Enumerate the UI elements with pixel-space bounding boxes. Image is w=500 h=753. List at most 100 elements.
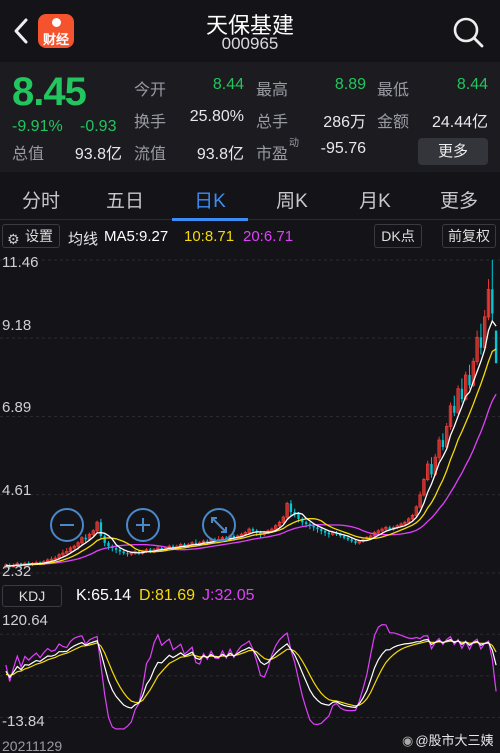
candle-body: [316, 527, 319, 530]
kdj-k-value: K:65.14: [76, 587, 132, 604]
stat-value-volume: 286万: [323, 114, 366, 131]
weibo-icon: ◉: [402, 733, 414, 748]
kdj-axis-bottom: -13.84: [2, 713, 45, 730]
candle-body: [103, 536, 106, 543]
start-date-label: 20211129: [2, 738, 63, 753]
stat-label-high: 最高: [256, 82, 289, 99]
stat-label-pe: 市盈: [256, 146, 289, 163]
price-axis-tick: 2.32: [2, 563, 32, 580]
current-price: 8.45: [12, 70, 87, 114]
change-percent: -9.91%: [12, 118, 63, 135]
search-icon[interactable]: [450, 14, 486, 50]
tab-monthly-k[interactable]: 月K: [340, 186, 410, 213]
kdj-j-value: J:32.05: [202, 587, 255, 604]
candle-body: [304, 522, 308, 525]
settings-label: 设置: [25, 228, 53, 244]
watermark-text: @股市大三姨: [415, 733, 494, 748]
stock-code: 000965: [221, 34, 279, 53]
tab-five-day[interactable]: 五日: [90, 186, 160, 213]
candle-body: [320, 529, 323, 531]
gear-icon: ⚙: [7, 231, 20, 247]
candle-body: [342, 536, 346, 538]
change-amount: -0.93: [80, 118, 117, 135]
stat-value-turnover: 25.80%: [189, 108, 244, 125]
candle-body: [441, 440, 445, 447]
price-axis-tick: 11.46: [2, 254, 39, 271]
stat-label-open: 今开: [134, 82, 167, 99]
candle-body: [99, 522, 103, 537]
candle-body: [49, 558, 54, 561]
candle-body: [460, 388, 464, 400]
stat-label-volume: 总手: [256, 114, 289, 131]
kdj-k-line: [5, 638, 497, 709]
stat-value-amount: 24.44亿: [431, 114, 488, 131]
candle-body: [323, 530, 327, 533]
logo-dot-icon: [52, 18, 61, 27]
candle-body: [453, 405, 456, 413]
ma5-value: MA5:9.27: [104, 228, 169, 245]
candle-body: [491, 289, 494, 314]
candle-body: [327, 532, 331, 535]
candle-body: [122, 551, 125, 554]
back-arrow-icon[interactable]: [8, 14, 36, 48]
candle-body: [126, 553, 129, 555]
price-axis-tick: 6.89: [2, 399, 32, 416]
candle-body: [354, 541, 357, 543]
stat-value-high: 8.89: [334, 76, 366, 93]
stat-label-total-cap: 总值: [12, 146, 45, 163]
candle-body: [84, 537, 87, 540]
kdj-d-value: D:81.69: [139, 587, 196, 604]
candle-body: [479, 337, 483, 348]
candle-body: [118, 549, 122, 552]
period-tabs: 分时 五日 日K 周K 月K 更多: [0, 178, 500, 221]
fullscreen-icon[interactable]: [202, 508, 236, 542]
settings-button[interactable]: ⚙ 设置: [2, 224, 60, 248]
ma20-value: 20:6.71: [243, 228, 294, 245]
candle-body: [312, 525, 315, 528]
price-axis-tick: 4.61: [2, 482, 32, 499]
candle-body: [129, 552, 133, 555]
pe-dynamic-mark: 动: [289, 138, 299, 149]
kdj-axis-top: 120.64: [2, 612, 48, 629]
kdj-header: KDJ K:65.14 D:81.69 J:32.05: [0, 584, 500, 608]
candle-body: [251, 529, 255, 531]
candle-body: [297, 513, 300, 519]
zoom-in-icon[interactable]: [126, 508, 160, 542]
chart-toolbar: ⚙ 设置 均线 MA5:9.27 10:8.71 20:6.71 DK点 前复权: [0, 222, 500, 250]
stat-value-pe: -95.76: [320, 140, 366, 157]
stat-value-total-cap: 93.8亿: [74, 146, 122, 163]
ma10-value: 10:8.71: [184, 228, 235, 245]
candle-body: [430, 464, 433, 475]
candle-body: [494, 330, 498, 364]
candle-body: [346, 537, 350, 540]
stat-value-float-cap: 93.8亿: [196, 146, 244, 163]
stat-value-open: 8.44: [212, 76, 244, 93]
stat-label-float-cap: 流值: [134, 146, 167, 163]
ma-title: 均线: [68, 231, 99, 248]
candle-body: [388, 527, 391, 530]
more-stats-button[interactable]: 更多: [418, 138, 488, 165]
watermark: ◉ @股市大三姨: [402, 730, 494, 749]
candle-body: [468, 375, 471, 386]
price-adjust-button[interactable]: 前复权: [442, 224, 496, 248]
kdj-d-line: [5, 640, 497, 707]
indicator-select-button[interactable]: KDJ: [2, 585, 62, 607]
app-logo: 财经: [38, 14, 74, 48]
tab-intraday[interactable]: 分时: [6, 186, 76, 213]
dk-points-button[interactable]: DK点: [374, 224, 422, 248]
top-bar: 财经 天保基建 000965: [0, 0, 500, 62]
tab-daily-k[interactable]: 日K: [175, 186, 245, 213]
price-axis-tick: 9.18: [2, 317, 32, 334]
candle-body: [350, 539, 353, 542]
zoom-out-icon[interactable]: [50, 508, 84, 542]
active-tab-indicator: [172, 218, 248, 221]
candle-body: [114, 548, 118, 550]
candle-body: [107, 542, 110, 547]
tab-weekly-k[interactable]: 周K: [257, 186, 327, 213]
tab-more[interactable]: 更多: [424, 186, 494, 213]
stat-value-low: 8.44: [456, 76, 488, 93]
stat-label-turnover: 换手: [134, 114, 167, 131]
stat-label-amount: 金额: [377, 114, 410, 131]
kdj-chart[interactable]: [0, 609, 500, 736]
candle-body: [289, 503, 293, 513]
